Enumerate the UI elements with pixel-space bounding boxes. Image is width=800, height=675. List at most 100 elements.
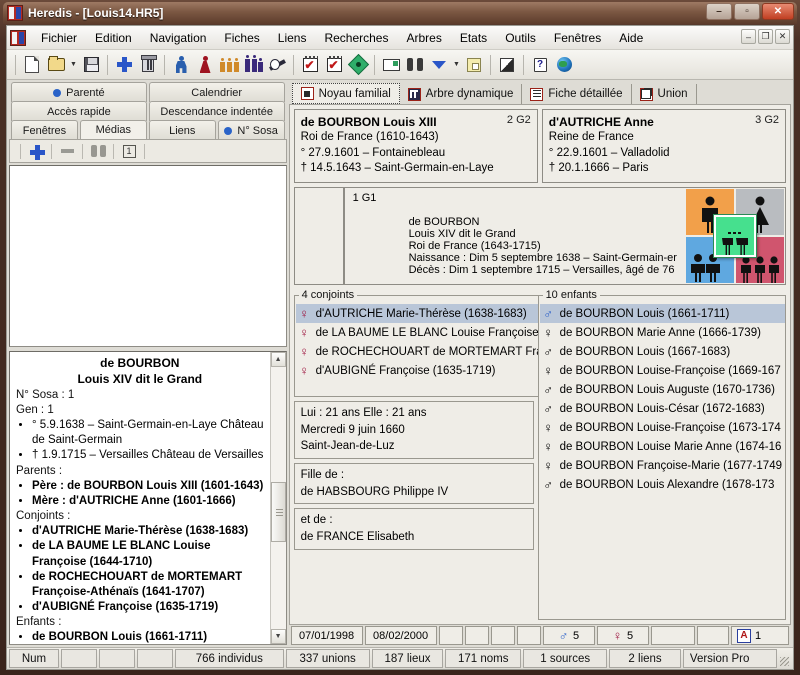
status-unions[interactable]: 337 unions (285, 649, 370, 668)
tab-fiche-detaillee[interactable]: Fiche détaillée (522, 84, 632, 104)
status-sources[interactable]: 1 sources (523, 649, 608, 668)
menu-outils[interactable]: Outils (496, 28, 545, 48)
list-item[interactable]: ♀ d'AUBIGNÉ Françoise (1635-1719) (296, 361, 565, 380)
female-count-cell[interactable]: ♀ 5 (596, 626, 649, 645)
green-diamond-button[interactable] (346, 53, 370, 77)
search-down-button[interactable] (427, 53, 451, 77)
tab-arbre-dynamique[interactable]: Arbre dynamique (400, 84, 523, 104)
female-individual-button[interactable] (193, 53, 217, 77)
scroll-up-arrow-icon[interactable]: ▲ (270, 352, 286, 367)
scroll-track[interactable] (270, 367, 286, 629)
tab-parente[interactable]: Parenté (11, 82, 147, 102)
menu-edition[interactable]: Edition (86, 28, 141, 48)
tab-union[interactable]: Union (632, 84, 697, 104)
list-item[interactable]: ♀ de BOURBON Françoise-Marie (1677-1749 (540, 456, 785, 475)
add-record-button[interactable] (112, 53, 136, 77)
status-cell-empty-2[interactable] (464, 626, 489, 645)
mother-card[interactable]: 3 G2 d'AUTRICHE Anne Reine de France ° 2… (541, 109, 786, 183)
status-cell-empty-3[interactable] (490, 626, 515, 645)
list-item[interactable]: ♂ de BOURBON Louis-César (1672-1683) (540, 399, 785, 418)
calendar-button-1[interactable] (298, 53, 322, 77)
center-person-card[interactable]: 1 G1 de BOURBON Louis XIV dit le Grand R… (343, 187, 786, 285)
note-button[interactable] (462, 53, 486, 77)
status-individus[interactable]: 766 individus (175, 649, 284, 668)
window-view-button[interactable] (379, 53, 403, 77)
list-item[interactable]: ♀ de LA BAUME LE BLANC Louise Françoise ( (296, 323, 565, 342)
delete-record-button[interactable] (136, 53, 160, 77)
menu-fenetres[interactable]: Fenêtres (545, 28, 610, 48)
list-item[interactable]: ♂ de BOURBON Louis Auguste (1670-1736) (540, 380, 785, 399)
status-empty-1[interactable] (61, 649, 97, 668)
children-list[interactable]: ♂ de BOURBON Louis (1661-1711) ♀ de BOURBO… (539, 303, 785, 619)
male-individual-button[interactable] (169, 53, 193, 77)
find-media-button[interactable] (87, 141, 109, 161)
list-item[interactable]: ♀ de BOURBON Louise-Françoise (1669-167 (540, 361, 785, 380)
tab-descendance-indentee[interactable]: Descendance indentée (148, 101, 285, 121)
siblings-button[interactable] (217, 53, 241, 77)
internet-button[interactable] (552, 53, 576, 77)
status-cell-empty-5[interactable] (650, 626, 695, 645)
father-card[interactable]: 2 G2 de BOURBON Louis XIII Roi de France… (293, 109, 538, 183)
list-item[interactable]: ♀ de BOURBON Marie Anne (1666-1739) (540, 323, 785, 342)
menu-liens[interactable]: Liens (269, 28, 316, 48)
status-cell-empty-6[interactable] (696, 626, 729, 645)
menu-fichier[interactable]: Fichier (32, 28, 86, 48)
new-file-button[interactable] (20, 53, 44, 77)
open-file-button[interactable] (44, 53, 68, 77)
tab-acces-rapide[interactable]: Accès rapide (11, 101, 147, 121)
list-item[interactable]: ♂ de BOURBON Louis (1667-1683) (540, 342, 785, 361)
family-group-button[interactable] (241, 53, 265, 77)
menu-navigation[interactable]: Navigation (141, 28, 216, 48)
list-item[interactable]: ♀ de BOURBON Louise-Françoise (1673-174 (540, 418, 785, 437)
open-dropdown-button[interactable]: ▼ (68, 53, 79, 77)
created-date-field[interactable]: 07/01/1998 (290, 626, 363, 645)
remove-media-button[interactable] (56, 141, 78, 161)
male-count-cell[interactable]: ♂ 5 (542, 626, 595, 645)
tab-liens[interactable]: Liens (148, 120, 216, 140)
save-file-button[interactable] (79, 53, 103, 77)
tab-fenetres[interactable]: Fenêtres (11, 120, 78, 140)
spouses-list[interactable]: ♀ d'AUTRICHE Marie-Thérèse (1638-1683) ♀ d… (295, 303, 565, 396)
list-item[interactable]: ♂ de BOURBON Louis (1661-1711) (539, 304, 785, 323)
resize-grip-icon[interactable] (779, 649, 791, 668)
menu-etats[interactable]: Etats (451, 28, 496, 48)
nav-center-current-person[interactable] (714, 215, 756, 257)
list-item[interactable]: ♀ d'AUTRICHE Marie-Thérèse (1638-1683) (295, 304, 565, 323)
menu-aide[interactable]: Aide (610, 28, 652, 48)
inner-restore-button[interactable]: ❐ (758, 29, 773, 44)
modified-date-field[interactable]: 08/02/2000 (364, 626, 437, 645)
tab-noyau-familial[interactable]: Noyau familial (291, 83, 400, 104)
add-media-button[interactable] (25, 141, 47, 161)
tab-calendrier[interactable]: Calendrier (148, 82, 285, 102)
help-button[interactable]: ? (528, 53, 552, 77)
menu-fiches[interactable]: Fiches (215, 28, 268, 48)
scroll-down-arrow-icon[interactable]: ▼ (270, 629, 286, 644)
status-cell-empty-4[interactable] (516, 626, 541, 645)
search-menu-button[interactable]: ▼ (451, 53, 462, 77)
status-liens[interactable]: 2 liens (609, 649, 681, 668)
list-item[interactable]: ♀ de ROCHECHOUART de MORTEMART Franço (296, 342, 565, 361)
inner-minimize-button[interactable]: – (741, 29, 756, 44)
status-num[interactable]: Num (9, 649, 59, 668)
tab-medias[interactable]: Médias (79, 120, 147, 140)
list-item[interactable]: ♀ de BOURBON Louise Marie Anne (1674-16 (540, 437, 785, 456)
status-empty-3[interactable] (137, 649, 173, 668)
media-count-button[interactable]: 1 (118, 141, 140, 161)
status-cell-empty-1[interactable] (438, 626, 463, 645)
detail-scrollbar[interactable]: ▲ ▼ (269, 352, 286, 644)
status-lieux[interactable]: 187 lieux (371, 649, 444, 668)
maximize-button[interactable]: ▫ (734, 3, 760, 20)
minimize-button[interactable]: – (706, 3, 732, 20)
menu-recherches[interactable]: Recherches (315, 28, 397, 48)
scroll-thumb[interactable] (270, 482, 286, 543)
list-item[interactable]: ♂ de BOURBON Louis Alexandre (1678-173 (540, 475, 785, 494)
tab-n-sosa[interactable]: N° Sosa (217, 120, 285, 140)
close-button[interactable]: ✕ (762, 3, 794, 20)
search-button[interactable] (403, 53, 427, 77)
inner-close-button[interactable]: ✕ (775, 29, 790, 44)
media-preview-area[interactable] (9, 165, 287, 347)
annotation-cell[interactable]: A 1 (731, 626, 789, 645)
unlink-button[interactable] (265, 53, 289, 77)
contrast-button[interactable] (495, 53, 519, 77)
calendar-button-2[interactable] (322, 53, 346, 77)
